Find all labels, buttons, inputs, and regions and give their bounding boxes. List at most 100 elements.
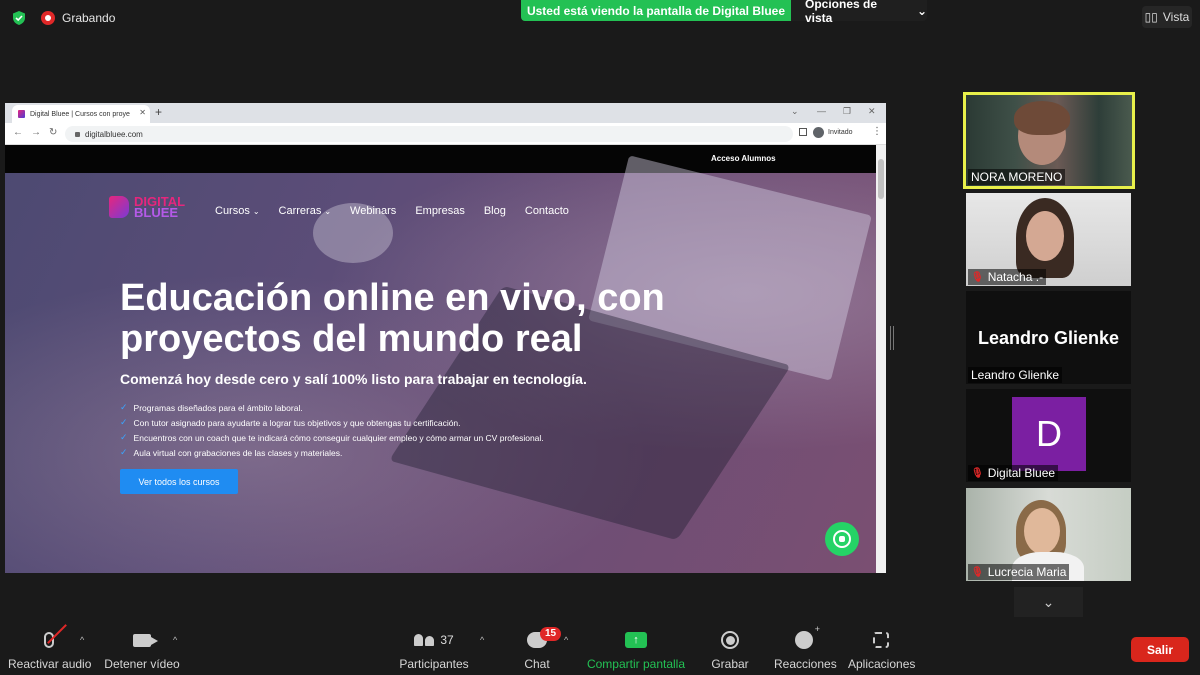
menu-item-carreras[interactable]: Carreras ⌄ — [279, 205, 332, 217]
list-item: ✓ Encuentros con un coach que te indicará… — [120, 432, 544, 443]
profile-avatar-icon — [813, 127, 824, 138]
participant-tile-lucrecia-maria[interactable]: 🎙 Lucrecia Maria — [966, 488, 1131, 581]
view-options-button[interactable]: Opciones de vista ⌄ — [791, 0, 927, 25]
check-icon: ✓ — [120, 447, 128, 457]
reload-icon[interactable]: ↻ — [49, 127, 57, 138]
tab-title: Digital Bluee | Cursos con proye — [30, 110, 130, 118]
audio-options-chevron-icon[interactable]: ^ — [80, 635, 84, 645]
list-item: ✓ Programas diseñados para el ámbito labo… — [120, 402, 303, 413]
student-access-link[interactable]: Acceso Alumnos — [711, 154, 776, 163]
menu-item-blog[interactable]: Blog — [484, 205, 506, 217]
browser-tab[interactable]: Digital Bluee | Cursos con proye ✕ — [12, 105, 150, 123]
participant-face-front — [1026, 211, 1064, 261]
view-button[interactable]: ▯▯ Vista — [1142, 6, 1192, 28]
back-icon[interactable]: ← — [13, 127, 23, 138]
logo-line-2: BLUEE — [134, 205, 179, 220]
tab-search-icon[interactable]: ⌄ — [791, 106, 799, 117]
scrollbar-thumb[interactable] — [878, 159, 884, 199]
chevron-down-icon: ⌄ — [916, 3, 927, 18]
participants-options-chevron-icon[interactable]: ^ — [480, 635, 484, 645]
camera-icon — [133, 633, 158, 647]
chevron-down-icon: ⌄ — [324, 207, 332, 216]
participant-tile-leandro-glienke[interactable]: Leandro Glienke Leandro Glienke — [966, 291, 1131, 384]
minimize-icon[interactable]: — — [817, 106, 826, 116]
view-button-label: Vista — [1162, 10, 1190, 24]
recording-icon[interactable] — [41, 11, 55, 25]
profile-button[interactable]: Invitado — [813, 127, 853, 138]
unmute-button[interactable]: Reactivar audio — [8, 624, 91, 671]
participant-name-label: 🎙 Natacha .- — [968, 269, 1047, 285]
list-item: ✓ Aula virtual con grabaciones de las cla… — [120, 447, 343, 458]
feature-list: ✓ Programas diseñados para el ámbito labo… — [120, 400, 544, 460]
menu-item-cursos[interactable]: Cursos ⌄ — [215, 205, 260, 217]
menu-item-empresas[interactable]: Empresas — [415, 205, 465, 217]
participant-name-label: Leandro Glienke — [968, 367, 1063, 383]
participant-face — [1024, 508, 1060, 554]
whatsapp-icon — [833, 530, 851, 548]
menu-item-webinars[interactable]: Webinars — [350, 205, 396, 217]
site-nav-menu: Cursos ⌄ Carreras ⌄ Webinars Empresas Blog… — [215, 205, 569, 217]
more-menu-icon[interactable]: ⋮ — [872, 126, 882, 137]
new-tab-icon[interactable]: + — [155, 105, 162, 119]
apps-icon — [873, 632, 889, 648]
chat-unread-badge: 15 — [540, 627, 562, 641]
logo-mark-icon — [109, 196, 129, 218]
url-text: digitalbluee.com — [85, 129, 143, 139]
share-screen-icon: ↑ — [625, 632, 647, 648]
participants-icon — [414, 634, 435, 646]
check-icon: ✓ — [120, 417, 128, 427]
apps-button[interactable]: Aplicaciones — [848, 625, 915, 671]
address-bar[interactable]: digitalbluee.com — [65, 126, 793, 142]
participant-name-label: 🎙 Digital Bluee — [968, 465, 1059, 481]
hero-headline: Educación online en vivo, con proyectos … — [120, 277, 665, 360]
participant-tile-natacha[interactable]: 🎙 Natacha .- — [966, 193, 1131, 286]
site-favicon-icon — [18, 110, 25, 118]
muted-mic-icon: 🎙 — [971, 566, 984, 578]
share-screen-button[interactable]: ↑ Compartir pantalla — [585, 625, 687, 671]
participant-name-label: 🎙 Lucrecia Maria — [968, 564, 1070, 580]
participant-name-label: NORA MORENO — [968, 169, 1066, 185]
page-scrollbar[interactable] — [876, 145, 886, 573]
check-icon: ✓ — [120, 432, 128, 442]
forward-icon[interactable]: → — [31, 127, 41, 138]
record-button[interactable]: Grabar — [710, 625, 750, 671]
participant-avatar: D — [1012, 397, 1086, 471]
grid-view-icon: ▯▯ — [1144, 10, 1158, 24]
web-page: Acceso Alumnos DIGITAL BLUEE Cursos ⌄ Car… — [5, 145, 876, 573]
maximize-icon[interactable]: ❐ — [843, 106, 851, 117]
chevron-down-icon: ⌄ — [1042, 593, 1055, 610]
view-courses-button[interactable]: Ver todos los cursos — [120, 469, 238, 494]
participant-count: 37 — [440, 633, 454, 647]
chat-options-chevron-icon[interactable]: ^ — [564, 635, 568, 645]
site-logo[interactable]: DIGITAL BLUEE — [109, 195, 185, 220]
record-icon — [721, 631, 739, 649]
hero-section: DIGITAL BLUEE Cursos ⌄ Carreras ⌄ Webinars… — [5, 155, 876, 573]
more-participants-button[interactable]: ⌄ — [1014, 587, 1083, 617]
recording-label[interactable]: Grabando — [62, 11, 115, 25]
participant-tile-digital-bluee[interactable]: D 🎙 Digital Bluee — [966, 389, 1131, 482]
close-tab-icon[interactable]: ✕ — [139, 108, 146, 117]
participant-display-name: Leandro Glienke — [977, 328, 1120, 348]
split-resize-handle[interactable] — [890, 326, 894, 350]
side-panel-icon[interactable] — [799, 128, 807, 136]
screen-share-banner: Usted está viendo la pantalla de Digital… — [521, 0, 791, 21]
participant-tile-nora-moreno[interactable]: NORA MORENO — [963, 92, 1135, 189]
lock-icon[interactable] — [75, 131, 80, 137]
shared-browser-window: Digital Bluee | Cursos con proye ✕ + ⌄ —… — [5, 103, 886, 573]
chevron-down-icon: ⌄ — [252, 207, 260, 216]
whatsapp-button[interactable] — [825, 522, 859, 556]
reactions-icon — [795, 624, 820, 649]
close-window-icon[interactable]: ✕ — [868, 106, 876, 117]
profile-label: Invitado — [828, 129, 853, 136]
security-shield-icon[interactable] — [11, 10, 27, 26]
participant-hair — [1014, 101, 1070, 135]
view-options-label: Opciones de vista — [805, 0, 878, 25]
participants-button[interactable]: 37 Participantes — [398, 625, 470, 671]
leave-meeting-button[interactable]: Salir — [1131, 637, 1189, 662]
meeting-toolbar: Reactivar audio ^ Detener vídeo ^ 37 Par… — [0, 624, 1200, 675]
stop-video-button[interactable]: Detener vídeo — [104, 625, 180, 671]
menu-item-contacto[interactable]: Contacto — [525, 205, 569, 217]
top-strip: Acceso Alumnos — [5, 145, 876, 173]
reactions-button[interactable]: Reacciones — [774, 624, 837, 671]
video-options-chevron-icon[interactable]: ^ — [173, 635, 177, 645]
